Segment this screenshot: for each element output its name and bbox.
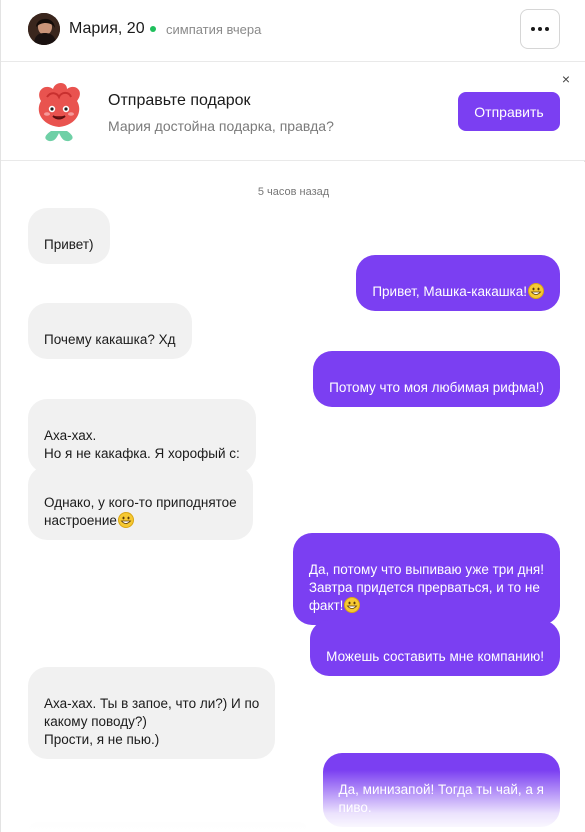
match-status: симпатия вчера <box>166 22 262 37</box>
message-outgoing[interactable]: Да, потому что выпиваю уже три дня! Завт… <box>292 533 560 625</box>
send-gift-button[interactable]: Отправить <box>458 92 560 131</box>
message-text: Аха-хах. Но я не какафка. Я хорофый с: <box>44 428 240 461</box>
avatar[interactable] <box>28 13 60 45</box>
gift-title: Отправьте подарок <box>108 92 251 109</box>
message-list[interactable]: 5 часов назад Привет) Привет, Машка-кака… <box>1 162 585 832</box>
message-incoming[interactable]: Однако, у кого-то приподнятое настроение <box>28 466 253 540</box>
message-text: Привет) <box>44 237 94 252</box>
more-horizontal-icon-dot <box>538 27 542 31</box>
online-indicator <box>150 26 156 32</box>
grinning-face-icon <box>117 512 134 528</box>
message-incoming-partial <box>28 822 308 832</box>
message-outgoing[interactable]: Привет, Машка-какашка! <box>356 255 560 311</box>
chat-header: Мария, 20 симпатия вчера <box>1 0 585 62</box>
message-outgoing[interactable]: Потому что моя любимая рифма!) <box>313 351 560 407</box>
gift-subtitle: Мария достойна подарка, правда? <box>108 118 334 134</box>
message-text: Почему какашка? Хд <box>44 332 176 347</box>
rose-mascot-icon <box>31 79 87 143</box>
more-options-button[interactable] <box>520 9 560 49</box>
message-text: Да, минизапой! Тогда ты чай, а я пиво. <box>338 782 544 815</box>
message-incoming[interactable]: Аха-хах. Ты в запое, что ли?) И по каком… <box>28 667 276 759</box>
more-horizontal-icon-dot <box>545 27 549 31</box>
more-horizontal-icon <box>531 27 535 31</box>
grinning-face-icon <box>528 283 544 299</box>
message-text: Можешь составить мне компанию! <box>326 649 544 664</box>
message-text: Привет, Машка-какашка! <box>372 284 527 299</box>
grinning-face-icon <box>344 597 361 613</box>
message-outgoing[interactable]: Да, минизапой! Тогда ты чай, а я пиво. <box>322 753 560 827</box>
message-incoming[interactable]: Почему какашка? Хд <box>28 303 192 359</box>
contact-name[interactable]: Мария, 20 <box>69 20 145 38</box>
timestamp: 5 часов назад <box>257 186 330 198</box>
message-text: Аха-хах. Ты в запое, что ли?) И по каком… <box>44 696 260 747</box>
message-text: Однако, у кого-то приподнятое настроение <box>44 495 237 528</box>
chat-window: Мария, 20 симпатия вчера Отправьте подар… <box>0 0 585 832</box>
close-icon[interactable]: × <box>559 72 573 86</box>
message-outgoing[interactable]: Можешь составить мне компанию! <box>310 620 560 676</box>
message-incoming[interactable]: Привет) <box>28 208 110 264</box>
gift-banner: Отправьте подарок Мария достойна подарка… <box>1 62 585 161</box>
message-incoming[interactable]: Аха-хах. Но я не какафка. Я хорофый с: <box>28 399 256 473</box>
message-text: Потому что моя любимая рифма!) <box>329 380 544 395</box>
